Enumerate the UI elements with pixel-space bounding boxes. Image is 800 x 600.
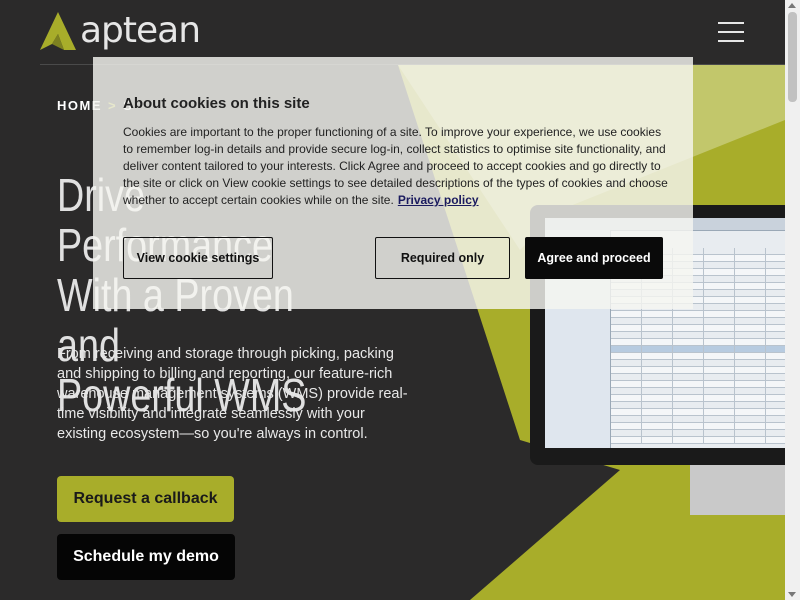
cookie-banner: About cookies on this site Cookies are i… <box>93 57 693 309</box>
request-callback-button[interactable]: Request a callback <box>57 476 234 522</box>
logo-text: aptean <box>80 10 201 51</box>
scroll-up-arrow-icon[interactable] <box>788 3 796 8</box>
scroll-down-arrow-icon[interactable] <box>788 592 796 597</box>
aptean-logo-icon <box>40 12 76 50</box>
page: aptean HOME>S Drive Performance With a P… <box>0 0 785 600</box>
agree-and-proceed-button[interactable]: Agree and proceed <box>525 237 663 279</box>
cookie-banner-text: Cookies are important to the proper func… <box>123 124 668 209</box>
view-cookie-settings-button[interactable]: View cookie settings <box>123 237 273 279</box>
page-scrollbar[interactable] <box>785 0 800 600</box>
aptean-logo[interactable]: aptean <box>40 10 201 51</box>
hamburger-menu-icon[interactable] <box>718 22 744 42</box>
cookie-banner-title: About cookies on this site <box>123 95 310 112</box>
scroll-thumb[interactable] <box>788 12 797 102</box>
schedule-demo-button[interactable]: Schedule my demo <box>57 534 235 580</box>
required-only-button[interactable]: Required only <box>375 237 510 279</box>
cookie-description: Cookies are important to the proper func… <box>123 125 668 207</box>
privacy-policy-link[interactable]: Privacy policy <box>398 193 479 207</box>
hero-description: From receiving and storage through picki… <box>57 346 408 442</box>
monitor-stand <box>690 465 785 515</box>
